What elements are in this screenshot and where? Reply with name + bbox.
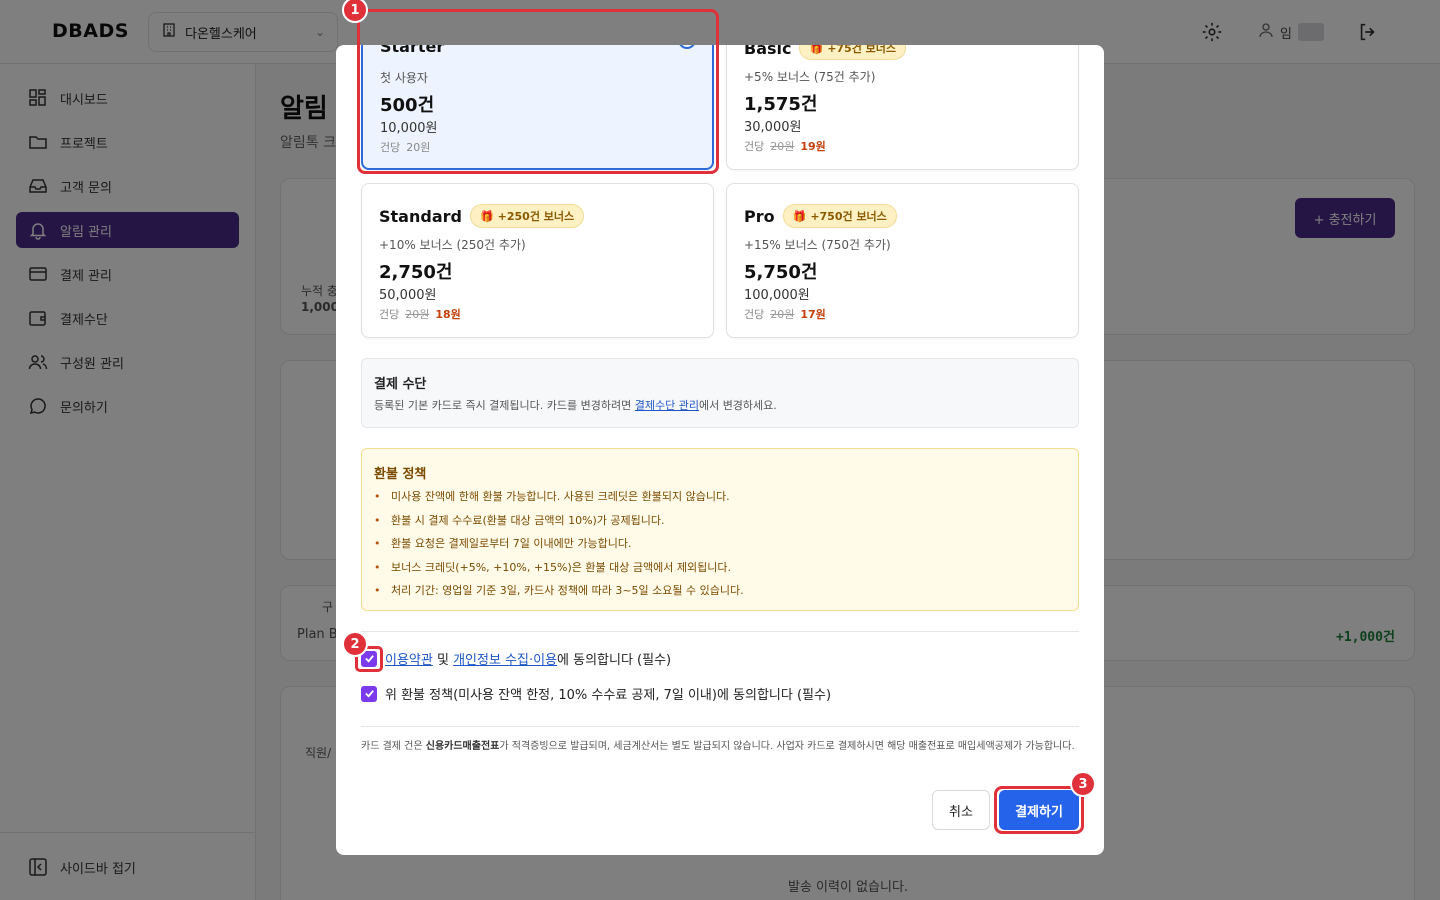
annotation-badge-3: 3 xyxy=(1070,771,1096,797)
plan-name: Basic 🎁 +75건 보너스 xyxy=(744,45,907,60)
selected-check-icon xyxy=(678,45,696,49)
plan-name: Pro 🎁 +750건 보너스 xyxy=(744,204,897,228)
pay-button[interactable]: 결제하기 xyxy=(999,790,1079,830)
plan-card-basic[interactable]: Basic 🎁 +75건 보너스 +5% 보너스 (75건 추가) 1,575건 … xyxy=(726,45,1079,170)
payment-method-manage-link[interactable]: 결제수단 관리 xyxy=(635,399,699,412)
plan-unit-price: 건당 20원 17원 xyxy=(744,308,826,321)
plan-price: 30,000원 xyxy=(744,120,802,135)
plan-price: 50,000원 xyxy=(379,288,437,303)
agree-terms-row: 이용약관 및 개인정보 수집·이용에 동의합니다 (필수) xyxy=(361,649,671,668)
payment-method-desc: 등록된 기본 카드로 즉시 결제됩니다. 카드를 변경하려면 결제수단 관리에서… xyxy=(374,399,777,412)
cancel-button[interactable]: 취소 xyxy=(932,790,990,830)
divider xyxy=(361,726,1079,727)
list-item: 처리 기간: 영업일 기준 3일, 카드사 정책에 따라 3~5일 소요될 수 … xyxy=(374,579,744,603)
divider xyxy=(361,631,1079,632)
refund-policy-box: 환불 정책 미사용 잔액에 한해 환불 가능합니다. 사용된 크레딧은 환불되지… xyxy=(361,448,1079,611)
plan-count: 5,750건 xyxy=(744,262,818,283)
gift-icon: 🎁 xyxy=(479,209,494,223)
list-item: 환불 요청은 결제일로부터 7일 이내에만 가능합니다. xyxy=(374,532,744,556)
plan-desc: 첫 사용자 xyxy=(380,71,428,85)
receipt-notice: 카드 결제 건은 신용카드매출전표가 적격증빙으로 발급되며, 세금계산서는 별… xyxy=(361,741,1075,752)
annotation-badge-2: 2 xyxy=(342,631,368,657)
agree-terms-label: 이용약관 및 개인정보 수집·이용에 동의합니다 (필수) xyxy=(385,653,672,668)
check-icon xyxy=(364,655,374,663)
plan-desc: +10% 보너스 (250건 추가) xyxy=(379,238,526,252)
plan-unit-price: 건당 20원 xyxy=(380,141,431,154)
agree-refund-row: 위 환불 정책(미사용 잔액 한정, 10% 수수료 공제, 7일 이내)에 동… xyxy=(361,684,831,703)
bonus-badge: 🎁 +250건 보너스 xyxy=(469,204,585,228)
gift-icon: 🎁 xyxy=(792,209,807,223)
agree-refund-checkbox[interactable] xyxy=(361,685,377,702)
list-item: 환불 시 결제 수수료(환불 대상 금액의 10%)가 공제됩니다. xyxy=(374,509,744,533)
purchase-modal: Starter 첫 사용자 500건 10,000원 건당 20원 Basic 🎁… xyxy=(336,45,1104,855)
plan-count: 2,750건 xyxy=(379,262,453,283)
plan-price: 10,000원 xyxy=(380,121,438,136)
payment-method-title: 결제 수단 xyxy=(374,377,427,392)
plan-price: 100,000원 xyxy=(744,288,810,303)
plan-desc: +5% 보너스 (75건 추가) xyxy=(744,70,876,84)
list-item: 보너스 크레딧(+5%, +10%, +15%)은 환불 대상 금액에서 제외됩… xyxy=(374,556,744,580)
plan-card-pro[interactable]: Pro 🎁 +750건 보너스 +15% 보너스 (750건 추가) 5,750건… xyxy=(726,183,1079,338)
plan-desc: +15% 보너스 (750건 추가) xyxy=(744,238,891,252)
agree-refund-label: 위 환불 정책(미사용 잔액 한정, 10% 수수료 공제, 7일 이내)에 동… xyxy=(385,688,832,703)
terms-link[interactable]: 이용약관 xyxy=(385,653,433,668)
list-item: 미사용 잔액에 한해 환불 가능합니다. 사용된 크레딧은 환불되지 않습니다. xyxy=(374,485,744,509)
plan-card-standard[interactable]: Standard 🎁 +250건 보너스 +10% 보너스 (250건 추가) 2… xyxy=(361,183,714,338)
plan-unit-price: 건당 20원 18원 xyxy=(379,308,461,321)
bonus-badge: 🎁 +750건 보너스 xyxy=(782,204,897,228)
plan-name: Starter xyxy=(380,45,445,56)
refund-policy-list: 미사용 잔액에 한해 환불 가능합니다. 사용된 크레딧은 환불되지 않습니다.… xyxy=(374,485,744,603)
refund-policy-title: 환불 정책 xyxy=(374,467,427,482)
gift-icon: 🎁 xyxy=(809,45,824,55)
plan-count: 1,575건 xyxy=(744,94,818,115)
payment-method-box: 결제 수단 등록된 기본 카드로 즉시 결제됩니다. 카드를 변경하려면 결제수… xyxy=(361,358,1079,428)
privacy-link[interactable]: 개인정보 수집·이용 xyxy=(453,653,557,668)
plan-card-starter[interactable]: Starter 첫 사용자 500건 10,000원 건당 20원 xyxy=(361,45,714,170)
plan-unit-price: 건당 20원 19원 xyxy=(744,140,826,153)
plan-name: Standard 🎁 +250건 보너스 xyxy=(379,204,585,228)
plan-count: 500건 xyxy=(380,95,435,116)
check-icon xyxy=(364,690,374,698)
bonus-badge: 🎁 +75건 보너스 xyxy=(799,45,907,60)
